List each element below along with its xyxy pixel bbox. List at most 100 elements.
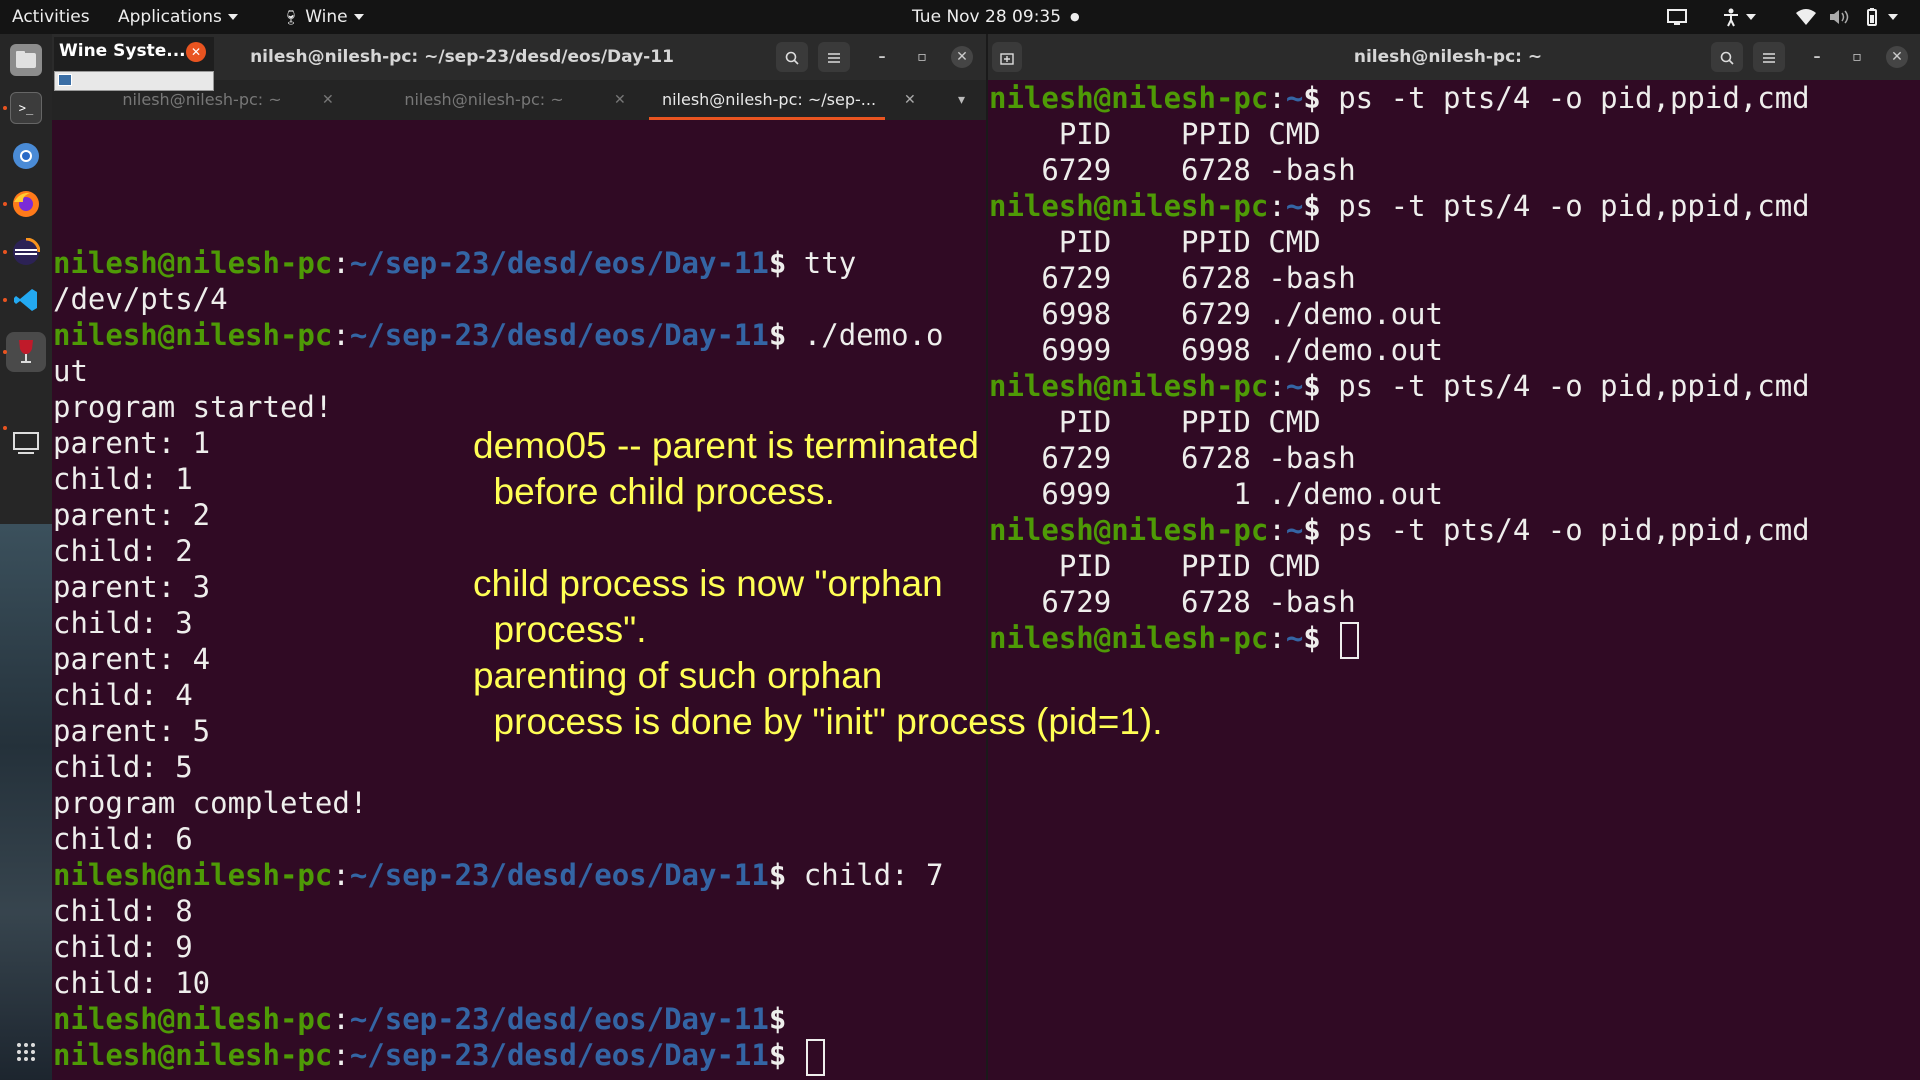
prompt-path: ~/sep-23/desd/eos/Day-11	[349, 858, 769, 892]
new-tab-icon[interactable]	[992, 42, 1022, 72]
accessibility-icon[interactable]	[1722, 0, 1756, 34]
output-line: child: 8	[53, 894, 193, 928]
output-line: PID PPID CMD	[989, 117, 1321, 151]
prompt-separator: :	[332, 1002, 350, 1036]
tab-label: nilesh@nilesh-pc: ~	[122, 90, 282, 109]
wine-label: Wine	[305, 7, 348, 27]
prompt-dollar: $	[768, 1002, 787, 1036]
hamburger-menu-icon[interactable]	[1753, 42, 1785, 72]
prompt-user: nilesh@nilesh-pc	[989, 621, 1269, 655]
close-button[interactable]: ✕	[1886, 46, 1908, 68]
activities-button[interactable]: Activities	[12, 0, 90, 34]
vscode-icon[interactable]	[10, 284, 42, 316]
applications-label: Applications	[118, 7, 222, 27]
show-applications-icon[interactable]	[10, 1036, 42, 1068]
wine-popup-title: Wine Syste...	[59, 41, 186, 61]
prompt-user: nilesh@nilesh-pc	[53, 858, 333, 892]
prompt-dollar: $	[768, 318, 787, 352]
wifi-icon[interactable]	[1795, 0, 1817, 34]
prompt-path: ~	[1285, 513, 1304, 547]
command-text: ps -t pts/4 -o pid,ppid,cmd	[1320, 369, 1810, 403]
prompt-path: ~	[1285, 189, 1304, 223]
screen-icon[interactable]	[1666, 0, 1688, 34]
prompt-user: nilesh@nilesh-pc	[53, 246, 333, 280]
prompt-user: nilesh@nilesh-pc	[989, 81, 1269, 115]
close-icon[interactable]: ✕	[186, 42, 206, 62]
applications-menu[interactable]: Applications	[118, 0, 238, 34]
tab-label: nilesh@nilesh-pc: ~/sep-...	[661, 90, 877, 109]
output-line: 6729 6728 -bash	[989, 441, 1356, 475]
tab-close-icon[interactable]: ✕	[904, 80, 916, 120]
output-line: 6999 6998 ./demo.out	[989, 333, 1443, 367]
files-icon[interactable]	[10, 44, 42, 76]
dock: >_	[0, 34, 52, 1080]
left-window-title: nilesh@nilesh-pc: ~/sep-23/desd/eos/Day-…	[250, 47, 674, 67]
prompt-user: nilesh@nilesh-pc	[53, 1038, 333, 1072]
prompt-separator: :	[332, 1038, 350, 1072]
minimize-button[interactable]: –	[1806, 46, 1828, 68]
maximize-button[interactable]: ▫	[911, 46, 933, 68]
search-icon[interactable]	[776, 42, 808, 72]
command-text: ./demo.o	[786, 318, 944, 352]
eclipse-icon[interactable]	[10, 236, 42, 268]
text-cursor	[805, 1038, 825, 1076]
clock[interactable]: Tue Nov 28 09:35	[912, 0, 1061, 34]
battery-icon[interactable]	[1862, 0, 1898, 34]
output-line: ut	[53, 354, 88, 388]
prompt-dollar: $	[1303, 513, 1321, 547]
output-line: PID PPID CMD	[989, 549, 1321, 583]
output-line: PID PPID CMD	[989, 225, 1321, 259]
tab-close-icon[interactable]: ✕	[614, 80, 626, 120]
running-indicator	[3, 350, 7, 354]
output-line: 6729 6728 -bash	[989, 585, 1356, 619]
notification-dot-icon: ●	[1070, 10, 1080, 23]
prompt-path: ~/sep-23/desd/eos/Day-11	[349, 1002, 769, 1036]
wine-tray-icon[interactable]	[58, 74, 72, 86]
display-icon[interactable]	[10, 428, 42, 460]
left-terminal-window[interactable]: nilesh@nilesh-pc: ~/sep-23/desd/eos/Day-…	[52, 34, 986, 1080]
hamburger-menu-icon[interactable]	[818, 42, 850, 72]
command-text: tty	[786, 246, 857, 280]
prompt-dollar: $	[1303, 189, 1321, 223]
search-icon[interactable]	[1711, 42, 1743, 72]
prompt-line: nilesh@nilesh-pc:~$ ps -t pts/4 -o pid,p…	[989, 512, 1810, 548]
wallpaper-strip	[0, 524, 52, 1080]
tab-close-icon[interactable]: ✕	[322, 80, 334, 120]
prompt-line: nilesh@nilesh-pc:~/sep-23/desd/eos/Day-1…	[53, 1037, 943, 1076]
tab-3-active[interactable]: nilesh@nilesh-pc: ~/sep-...	[644, 80, 894, 120]
annotation-line-5: parenting of such orphan	[473, 655, 883, 696]
annotation-line-2: before child process.	[473, 471, 835, 512]
prompt-separator: :	[1268, 81, 1286, 115]
chromium-icon[interactable]	[10, 140, 42, 172]
terminal-icon[interactable]: >_	[10, 92, 42, 124]
chevron-down-icon[interactable]: ▾	[958, 80, 965, 120]
prompt-user: nilesh@nilesh-pc	[53, 1002, 333, 1036]
wine-menu[interactable]: 🍷︎ Wine	[282, 0, 364, 34]
output-line: program completed!	[53, 786, 368, 820]
prompt-user: nilesh@nilesh-pc	[989, 189, 1269, 223]
right-terminal-output[interactable]: nilesh@nilesh-pc:~$ ps -t pts/4 -o pid,p…	[989, 80, 1810, 659]
tab-2[interactable]: nilesh@nilesh-pc: ~	[374, 80, 594, 120]
prompt-path: ~	[1285, 621, 1304, 655]
minimize-button[interactable]: –	[871, 46, 893, 68]
command-text	[786, 1038, 803, 1072]
prompt-line: nilesh@nilesh-pc:~$ ps -t pts/4 -o pid,p…	[989, 368, 1810, 404]
wine-icon[interactable]	[6, 332, 46, 372]
prompt-dollar: $	[1303, 369, 1321, 403]
wine-system-tray-popup[interactable]: Wine Syste... ✕	[54, 37, 214, 91]
running-indicator	[3, 298, 7, 302]
tab-label: nilesh@nilesh-pc: ~	[404, 90, 564, 109]
right-terminal-window[interactable]: nilesh@nilesh-pc: ~ – ▫ ✕ nilesh@nilesh-…	[988, 34, 1920, 1080]
annotation-line-4: process".	[473, 609, 647, 650]
prompt-separator: :	[1268, 513, 1286, 547]
maximize-button[interactable]: ▫	[1846, 46, 1868, 68]
prompt-path: ~/sep-23/desd/eos/Day-11	[349, 1038, 769, 1072]
prompt-line: nilesh@nilesh-pc:~$	[989, 620, 1810, 659]
running-indicator	[3, 106, 7, 110]
chevron-down-icon	[227, 14, 238, 20]
volume-icon[interactable]	[1828, 0, 1850, 34]
right-window-titlebar[interactable]: nilesh@nilesh-pc: ~ – ▫ ✕	[988, 34, 1920, 80]
close-button[interactable]: ✕	[951, 46, 973, 68]
prompt-user: nilesh@nilesh-pc	[989, 369, 1269, 403]
firefox-icon[interactable]	[10, 188, 42, 220]
